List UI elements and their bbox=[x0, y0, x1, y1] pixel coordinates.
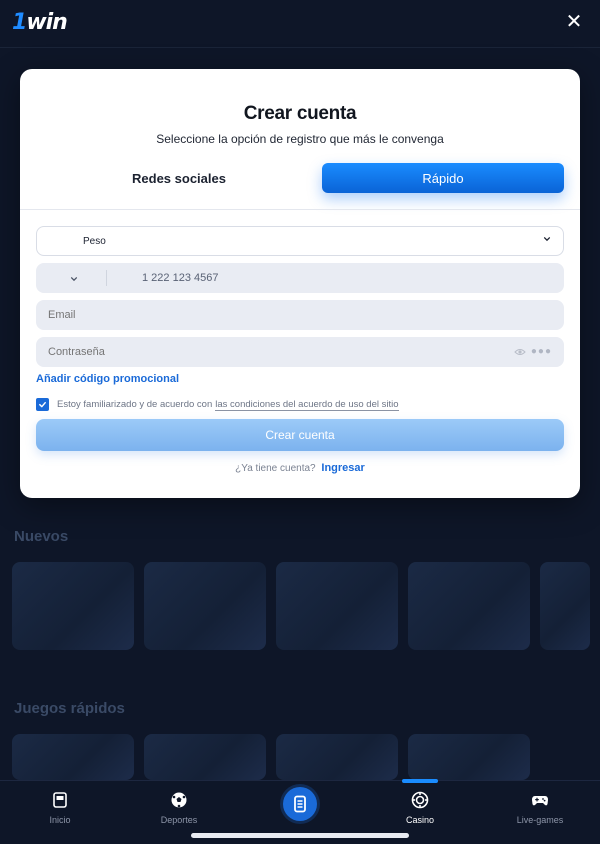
country-code-dropdown[interactable] bbox=[70, 274, 78, 286]
game-card[interactable] bbox=[144, 734, 266, 780]
terms-checkbox[interactable] bbox=[36, 398, 49, 411]
add-promo-code-link[interactable]: Añadir código promocional bbox=[36, 373, 179, 385]
phone-field[interactable]: 1 222 123 4567 bbox=[36, 263, 564, 293]
currency-select[interactable]: Peso bbox=[36, 226, 564, 256]
logo-number: 1 bbox=[12, 10, 27, 35]
home-icon bbox=[53, 792, 67, 808]
email-field[interactable] bbox=[36, 300, 564, 330]
check-icon bbox=[39, 401, 46, 408]
active-tab-indicator bbox=[402, 779, 438, 783]
bet-slip-button[interactable] bbox=[283, 787, 317, 821]
nav-item-sports[interactable]: Deportes bbox=[139, 791, 219, 825]
gamepad-icon bbox=[532, 796, 548, 806]
login-link[interactable]: Ingresar bbox=[321, 462, 364, 474]
create-account-button[interactable]: Crear cuenta bbox=[36, 419, 564, 451]
nav-label: Casino bbox=[405, 815, 434, 825]
tab-quick[interactable]: Rápido bbox=[322, 163, 564, 193]
casino-chip-icon bbox=[411, 791, 429, 809]
nav-label: Deportes bbox=[160, 815, 198, 825]
game-card[interactable] bbox=[408, 562, 530, 650]
currency-value: Peso bbox=[83, 235, 106, 247]
brand-logo[interactable]: 1win bbox=[12, 10, 68, 35]
nav-item-home[interactable]: Inicio bbox=[20, 791, 100, 825]
login-prompt: ¿Ya tiene cuenta? bbox=[235, 463, 316, 474]
game-card[interactable] bbox=[276, 562, 398, 650]
password-field-wrapper: ●●● bbox=[36, 337, 564, 367]
game-card[interactable] bbox=[540, 562, 590, 650]
top-bar: 1win ✕ bbox=[0, 0, 600, 48]
nav-item-casino[interactable]: Casino bbox=[380, 791, 460, 825]
login-row: ¿Ya tiene cuenta? Ingresar bbox=[20, 462, 580, 474]
home-indicator bbox=[191, 833, 409, 838]
password-field[interactable] bbox=[36, 337, 476, 367]
game-card[interactable] bbox=[408, 734, 530, 780]
game-card[interactable] bbox=[144, 562, 266, 650]
ticket-icon bbox=[294, 795, 306, 813]
logo-text: win bbox=[26, 10, 68, 35]
tab-social-networks[interactable]: Redes sociales bbox=[58, 163, 300, 193]
terms-row: Estoy familiarizado y de acuerdo con las… bbox=[36, 398, 399, 411]
modal-subtitle: Seleccione la opción de registro que más… bbox=[156, 132, 444, 146]
eye-icon[interactable] bbox=[514, 347, 526, 357]
game-card[interactable] bbox=[12, 734, 134, 780]
modal-title: Crear cuenta bbox=[243, 103, 357, 124]
section-title-quick: Juegos rápidos bbox=[14, 700, 125, 717]
game-card[interactable] bbox=[12, 562, 134, 650]
nav-item-live-games[interactable]: Live-games bbox=[500, 791, 580, 825]
chevron-down-icon bbox=[543, 237, 551, 242]
terms-text: Estoy familiarizado y de acuerdo con bbox=[57, 399, 213, 410]
registration-modal: Crear cuenta Seleccione la opción de reg… bbox=[20, 69, 580, 498]
terms-link[interactable]: las condiciones del acuerdo de uso del s… bbox=[215, 399, 399, 411]
close-icon[interactable]: ✕ bbox=[564, 12, 584, 32]
nav-label: Inicio bbox=[49, 815, 71, 825]
nav-label: Live-games bbox=[516, 815, 564, 825]
section-title-new: Nuevos bbox=[14, 528, 69, 545]
game-card[interactable] bbox=[276, 734, 398, 780]
game-row-quick bbox=[12, 734, 530, 780]
divider bbox=[20, 209, 580, 210]
soccer-ball-icon bbox=[171, 792, 187, 808]
phone-input[interactable]: 1 222 123 4567 bbox=[142, 272, 218, 284]
phone-separator bbox=[106, 270, 107, 286]
more-dots-icon[interactable]: ●●● bbox=[531, 347, 552, 357]
game-row-new bbox=[12, 562, 590, 650]
chevron-down-icon bbox=[70, 277, 78, 282]
